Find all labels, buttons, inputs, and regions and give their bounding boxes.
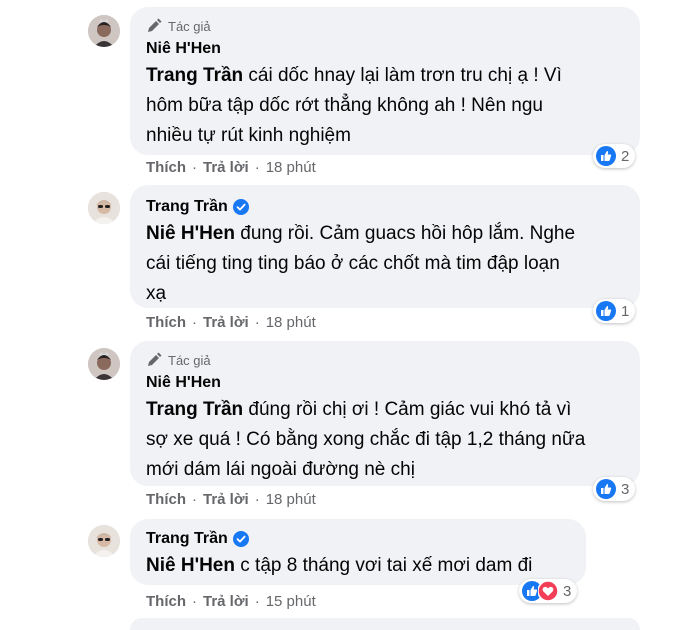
reaction-summary[interactable]: 3 (593, 477, 636, 501)
reaction-summary[interactable]: 1 (593, 299, 636, 323)
comment-line: nhiều tự rút kinh nghiệm (146, 125, 351, 146)
next-comment-bubble-edge (130, 618, 640, 630)
comment-time[interactable]: 18 phút (266, 159, 316, 176)
author-name[interactable]: Niê H'Hen (146, 374, 221, 392)
reply-button[interactable]: Trả lời (203, 159, 249, 176)
separator: · (254, 593, 260, 610)
reaction-summary[interactable]: 3 (519, 579, 578, 603)
separator: · (192, 314, 197, 331)
comment-bubble: Trang Trần Niê H'Hen c tập 8 tháng vơi t… (130, 519, 586, 585)
love-reaction-icon (538, 581, 558, 601)
separator: · (192, 159, 197, 176)
author-badge: Tác giả (146, 351, 626, 369)
comment-line: đúng rồi chị ơi ! Cảm giác vui khó tả vì (243, 399, 572, 420)
author-name[interactable]: Niê H'Hen (146, 40, 221, 58)
avatar[interactable] (88, 348, 120, 380)
reaction-count: 1 (621, 302, 630, 320)
like-reaction-icon (596, 301, 616, 321)
comment-line: cái tiếng ting ting báo ở các chốt mà ti… (146, 253, 560, 274)
comment-actions: Thích · Trả lời · 18 phút (146, 491, 316, 508)
pen-icon (148, 352, 162, 366)
comment-author[interactable]: Trang Trần (146, 527, 572, 551)
comment-bubble: Trang Trần Niê H'Hen đung rồi. Cảm guacs… (130, 185, 640, 308)
reply-button[interactable]: Trả lời (203, 314, 249, 331)
comment-text: Niê H'Hen đung rồi. Cảm guacs hồi hôp lắ… (146, 219, 626, 309)
like-reaction-icon (596, 146, 616, 166)
comment-line: xạ (146, 283, 167, 304)
comment-time[interactable]: 18 phút (266, 314, 316, 331)
avatar[interactable] (88, 15, 120, 47)
author-badge-label: Tác giả (168, 352, 211, 368)
comment-actions: Thích · Trả lời · 18 phút (146, 314, 316, 331)
comment-line: mới dám lái ngoài đường nè chị (146, 459, 415, 480)
comment-line: cái dốc hnay lại làm trơn tru chị ạ ! Vì (243, 65, 562, 86)
reaction-count: 3 (563, 582, 572, 600)
verified-badge-icon (232, 531, 249, 547)
verified-badge-icon (232, 199, 249, 215)
like-button[interactable]: Thích (146, 491, 186, 508)
avatar[interactable] (88, 192, 120, 224)
comment-time[interactable]: 18 phút (266, 491, 316, 508)
comment-actions: Thích · Trả lời · 15 phút (146, 593, 316, 610)
reply-button[interactable]: Trả lời (203, 491, 249, 508)
comment-bubble: Tác giả Niê H'Hen Trang Trần cái dốc hna… (130, 7, 640, 155)
comment-text: Trang Trần cái dốc hnay lại làm trơn tru… (146, 61, 626, 151)
mention-link[interactable]: Trang Trần (146, 399, 243, 420)
author-badge-label: Tác giả (168, 18, 211, 34)
separator: · (254, 159, 260, 176)
reaction-count: 2 (621, 147, 630, 165)
separator: · (192, 491, 197, 508)
comment-text: Trang Trần đúng rồi chị ơi ! Cảm giác vu… (146, 395, 626, 485)
comment-line: hôm bữa tập dốc rớt thẳng không ah ! Nên… (146, 95, 543, 116)
comment-line: c tập 8 tháng vơi tai xế mơi dam đi (234, 555, 533, 576)
comment-time[interactable]: 15 phút (266, 593, 316, 610)
comment-bubble: Tác giả Niê H'Hen Trang Trần đúng rồi ch… (130, 341, 640, 486)
comment-line: sợ xe quá ! Có bằng xong chắc đi tập 1,2… (146, 429, 586, 450)
author-badge: Tác giả (146, 17, 626, 35)
author-name[interactable]: Trang Trần (146, 198, 228, 216)
separator: · (192, 593, 197, 610)
author-name[interactable]: Trang Trần (146, 530, 228, 548)
comment-author[interactable]: Niê H'Hen (146, 371, 626, 395)
like-button[interactable]: Thích (146, 159, 186, 176)
mention-link[interactable]: Niê H'Hen (146, 223, 235, 244)
separator: · (254, 314, 260, 331)
comment-author[interactable]: Niê H'Hen (146, 37, 626, 61)
like-reaction-icon (596, 479, 616, 499)
separator: · (254, 491, 260, 508)
reply-button[interactable]: Trả lời (203, 593, 249, 610)
reaction-summary[interactable]: 2 (593, 144, 636, 168)
comment-line: đung rồi. Cảm guacs hồi hôp lắm. Nghe (234, 223, 576, 244)
like-button[interactable]: Thích (146, 593, 186, 610)
mention-link[interactable]: Niê H'Hen (146, 555, 235, 576)
comment-text: Niê H'Hen c tập 8 tháng vơi tai xế mơi d… (146, 551, 572, 581)
like-button[interactable]: Thích (146, 314, 186, 331)
comment-actions: Thích · Trả lời · 18 phút (146, 159, 316, 176)
mention-link[interactable]: Trang Trần (146, 65, 243, 86)
avatar[interactable] (88, 525, 120, 557)
comment-author[interactable]: Trang Trần (146, 195, 626, 219)
reaction-count: 3 (621, 480, 630, 498)
pen-icon (148, 18, 162, 32)
